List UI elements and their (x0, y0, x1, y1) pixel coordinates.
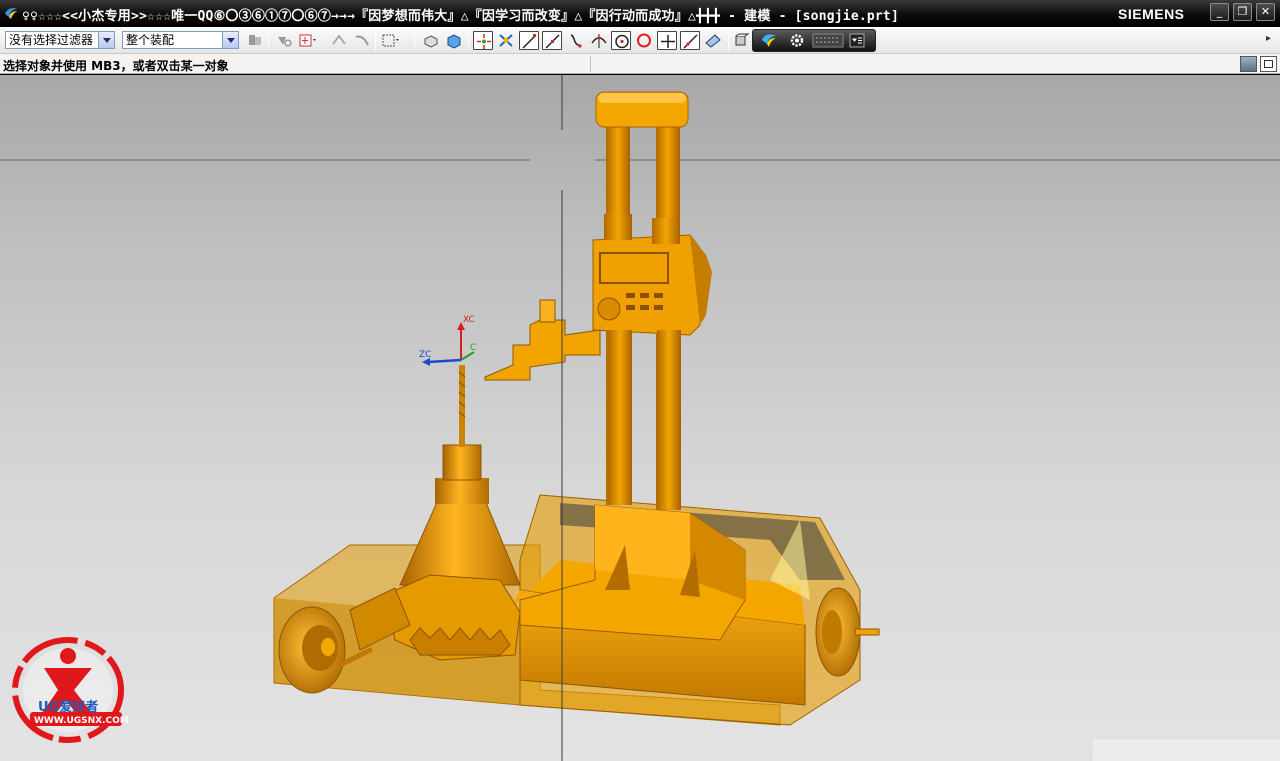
reset-filter-icon[interactable] (274, 31, 294, 50)
display-toolbar-group (752, 29, 876, 52)
endpoint-snap-icon[interactable] (519, 31, 539, 50)
restore-button[interactable]: ❐ (1233, 3, 1252, 21)
cue-line: 选择对象并使用 MB3，或者双击某一对象 (0, 54, 1280, 74)
model-view[interactable]: XC C ZC UG爱好者 WWW.UGSNX.COM (0, 75, 1280, 761)
color-palette-icon[interactable] (759, 31, 779, 50)
toolbar-separator (728, 31, 729, 50)
close-button[interactable]: ✕ (1256, 3, 1275, 21)
type-filter-dropdown[interactable]: 没有选择过滤器 (5, 31, 115, 49)
snap-enable-icon[interactable] (473, 31, 493, 50)
cue-status-divider (590, 56, 591, 72)
nx-app-icon[interactable] (3, 5, 19, 21)
cue-line-text: 选择对象并使用 MB3，或者双击某一对象 (3, 59, 229, 73)
wcs-triad[interactable]: XC C ZC (419, 315, 476, 366)
toolbar-separator (375, 31, 376, 50)
existing-point-snap-icon[interactable] (657, 31, 677, 50)
ugsnx-watermark-logo: UG爱好者 WWW.UGSNX.COM (12, 637, 129, 743)
toolbar-separator (414, 31, 415, 50)
general-selection-filter-icon[interactable] (245, 31, 265, 50)
watermark-brand: UG爱好者 (38, 699, 98, 715)
control-point-snap-icon[interactable] (566, 31, 586, 50)
selection-scope-value: 整个装配 (126, 33, 175, 47)
wcs-yc-label: C (470, 343, 476, 353)
nx-application-window: ♀♀☆☆☆<<小杰专用>>☆☆☆唯一QQ⑥〇③⑥①⑦〇⑥⑦→→→『因梦想而伟大』… (0, 0, 1280, 761)
wcs-xc-label: XC (463, 315, 475, 325)
toolbar-separator (268, 31, 269, 50)
feature-selection-icon[interactable] (297, 31, 317, 50)
siemens-brand: SIEMENS (1118, 6, 1185, 22)
spindle-cone[interactable] (399, 365, 521, 586)
midpoint-snap-icon[interactable] (542, 31, 562, 50)
fit-window-icon[interactable] (1260, 56, 1277, 72)
right-handwheel[interactable] (815, 587, 880, 677)
probe-arm[interactable] (484, 299, 601, 381)
minimize-button[interactable]: _ (1210, 3, 1229, 21)
toolbar-separator (468, 31, 469, 50)
watermark-url: WWW.UGSNX.COM (34, 716, 129, 726)
snap-to-point-icon[interactable] (329, 31, 349, 50)
select-connected-icon[interactable] (352, 31, 372, 50)
viewport-corner-panel (1093, 739, 1280, 761)
grid-display-icon[interactable] (812, 31, 844, 50)
quadrant-snap-icon[interactable] (634, 31, 654, 50)
select-solid-icon[interactable] (444, 31, 464, 50)
snap-settings-icon[interactable] (496, 31, 516, 50)
toolbar-overflow-icon[interactable]: ▸ (1266, 33, 1271, 44)
selection-toolbar: 没有选择过滤器 整个装配 ▸ (0, 27, 1280, 54)
intersection-snap-icon[interactable] (589, 31, 609, 50)
toolbar-options-icon[interactable] (847, 31, 867, 50)
gear-icon[interactable] (787, 31, 807, 50)
rectangle-select-icon[interactable] (380, 31, 400, 50)
view-layout-icon[interactable] (1240, 56, 1257, 72)
wcs-zc-label: ZC (419, 350, 431, 360)
select-body-icon[interactable] (421, 31, 441, 50)
arc-center-snap-icon[interactable] (611, 31, 631, 50)
point-on-surface-snap-icon[interactable] (703, 31, 723, 50)
graphics-window[interactable]: XC C ZC UG爱好者 WWW.UGSNX.COM (0, 75, 1280, 761)
display-head[interactable] (592, 214, 712, 510)
chevron-down-icon[interactable] (98, 32, 114, 48)
point-on-curve-snap-icon[interactable] (680, 31, 700, 50)
selection-scope-dropdown[interactable]: 整个装配 (122, 31, 239, 49)
chevron-down-icon[interactable] (222, 32, 238, 48)
render-style-icon[interactable] (732, 31, 752, 50)
title-bar: ♀♀☆☆☆<<小杰专用>>☆☆☆唯一QQ⑥〇③⑥①⑦〇⑥⑦→→→『因梦想而伟大』… (0, 0, 1280, 27)
type-filter-value: 没有选择过滤器 (9, 33, 94, 47)
window-title: ♀♀☆☆☆<<小杰专用>>☆☆☆唯一QQ⑥〇③⑥①⑦〇⑥⑦→→→『因梦想而伟大』… (22, 9, 899, 24)
